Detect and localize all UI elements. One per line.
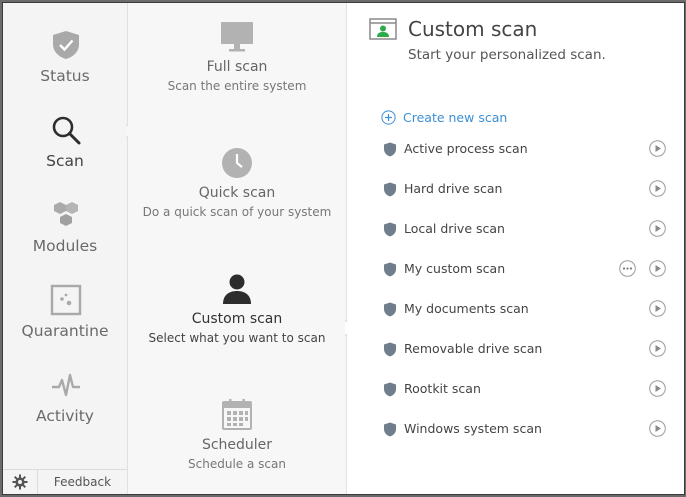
- scan-name: Rootkit scan: [404, 381, 481, 396]
- user-icon: [223, 274, 251, 304]
- scan-list-item[interactable]: Windows system scan: [347, 409, 684, 449]
- scan-list-item[interactable]: Local drive scan: [347, 209, 684, 249]
- scan-list-item[interactable]: Removable drive scan: [347, 329, 684, 369]
- shield-icon: [384, 342, 396, 357]
- scan-option-subtitle: Do a quick scan of your system: [142, 205, 332, 219]
- nav-item-label: Quarantine: [21, 322, 109, 340]
- shield-icon: [384, 422, 396, 437]
- scan-option-title: Custom scan: [191, 311, 283, 327]
- scan-option-subtitle: Scan the entire system: [167, 79, 307, 93]
- nav-item-label: Status: [40, 67, 90, 85]
- scan-name: My documents scan: [404, 301, 529, 316]
- scan-name: Removable drive scan: [404, 341, 543, 356]
- hexagons-icon: [54, 202, 78, 226]
- magnifier-icon: [52, 116, 81, 145]
- scan-name: Windows system scan: [404, 421, 542, 436]
- scan-list-item[interactable]: Hard drive scan: [347, 169, 684, 209]
- scan-name: Local drive scan: [404, 221, 505, 236]
- more-options-icon[interactable]: [619, 260, 636, 277]
- shield-icon: [384, 182, 396, 197]
- plus-circle-icon: [381, 109, 396, 125]
- nav-item-activity[interactable]: Activity: [3, 369, 127, 449]
- user-window-icon: [369, 18, 397, 40]
- scan-option-subtitle: Select what you want to scan: [148, 331, 326, 345]
- nav-item-scan[interactable]: Scan: [3, 114, 127, 194]
- scan-option-quick[interactable]: Quick scan Do a quick scan of your syste…: [128, 147, 346, 243]
- nav-item-modules[interactable]: Modules: [3, 199, 127, 279]
- scan-list-item[interactable]: Rootkit scan: [347, 369, 684, 409]
- create-new-scan-label: Create new scan: [403, 109, 508, 125]
- create-new-scan-link[interactable]: Create new scan: [381, 107, 507, 127]
- scan-option-title: Scheduler: [201, 437, 273, 453]
- pulse-icon: [52, 373, 80, 397]
- scan-name: Active process scan: [404, 141, 528, 156]
- play-button-icon[interactable]: [649, 180, 666, 197]
- play-button-icon[interactable]: [649, 300, 666, 317]
- page-title: Custom scan: [408, 17, 538, 41]
- play-button-icon[interactable]: [649, 420, 666, 437]
- shield-check-icon: [53, 31, 79, 59]
- play-button-icon[interactable]: [649, 220, 666, 237]
- nav-item-status[interactable]: Status: [3, 29, 127, 109]
- settings-button[interactable]: [3, 470, 38, 494]
- play-button-icon[interactable]: [649, 340, 666, 357]
- play-button-icon[interactable]: [649, 260, 666, 277]
- scan-name: My custom scan: [404, 261, 506, 276]
- gear-icon: [12, 474, 28, 490]
- scan-list-item[interactable]: My custom scan: [347, 249, 684, 289]
- nav-item-label: Activity: [36, 407, 94, 425]
- calendar-icon: [222, 399, 252, 430]
- nav-item-quarantine[interactable]: Quarantine: [3, 284, 127, 364]
- scan-option-full[interactable]: Full scan Scan the entire system: [128, 21, 346, 117]
- nav-item-label: Modules: [32, 237, 98, 255]
- scan-list-item[interactable]: Active process scan: [347, 129, 684, 169]
- scan-type-list: Full scan Scan the entire system Quick s…: [128, 3, 347, 494]
- shield-icon: [384, 142, 396, 157]
- scan-option-title: Full scan: [206, 59, 268, 75]
- sidebar-footer: Feedback: [3, 469, 127, 494]
- custom-scan-panel: Custom scan Start your personalized scan…: [347, 3, 684, 494]
- monitor-icon: [221, 22, 253, 52]
- feedback-link[interactable]: Feedback: [38, 470, 127, 494]
- nav-item-label: Scan: [46, 152, 84, 170]
- play-button-icon[interactable]: [649, 140, 666, 157]
- sidebar-nav: Status Scan Modules Quarantine Activity …: [3, 3, 128, 494]
- shield-icon: [384, 302, 396, 317]
- clock-icon: [222, 148, 252, 178]
- app-window: Status Scan Modules Quarantine Activity …: [2, 2, 685, 495]
- scan-option-custom[interactable]: Custom scan Select what you want to scan: [128, 273, 346, 369]
- page-subtitle: Start your personalized scan.: [408, 47, 606, 63]
- quarantine-box-icon: [50, 284, 82, 316]
- shield-icon: [384, 262, 396, 277]
- scan-name: Hard drive scan: [404, 181, 503, 196]
- play-button-icon[interactable]: [649, 380, 666, 397]
- scan-option-subtitle: Schedule a scan: [188, 457, 286, 471]
- scan-option-scheduler[interactable]: Scheduler Schedule a scan: [128, 399, 346, 494]
- scan-option-title: Quick scan: [198, 185, 276, 201]
- shield-icon: [384, 382, 396, 397]
- scan-list-item[interactable]: My documents scan: [347, 289, 684, 329]
- shield-icon: [384, 222, 396, 237]
